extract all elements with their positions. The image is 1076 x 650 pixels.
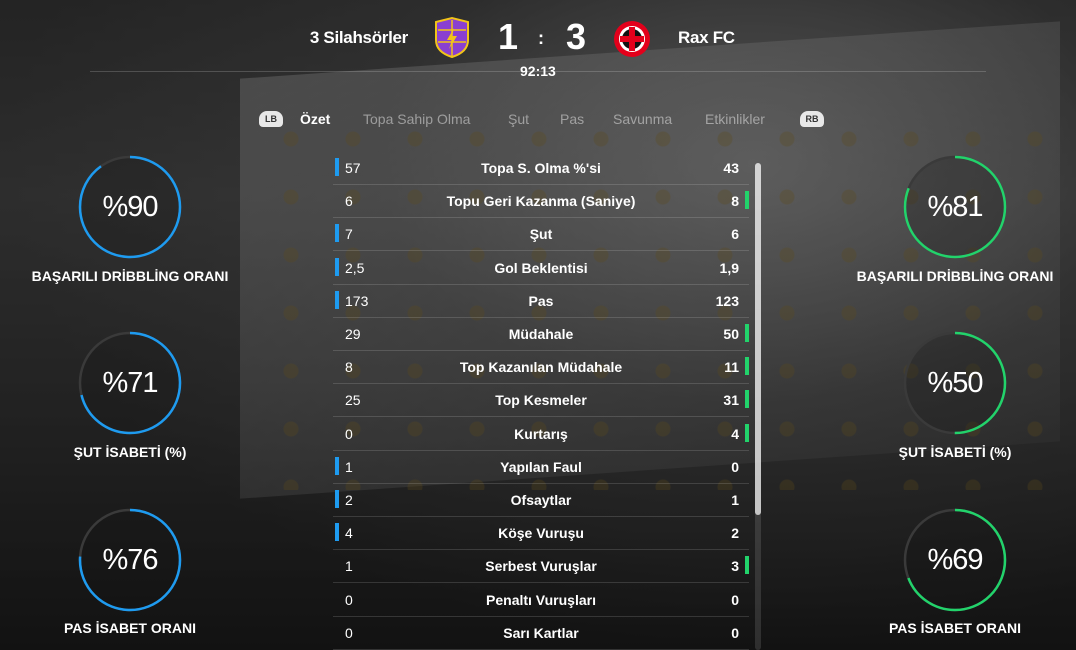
away-stat-value: 1 xyxy=(731,492,739,508)
stat-row: 57 Topa S. Olma %'si 43 xyxy=(333,152,749,185)
stat-label: Serbest Vuruşlar xyxy=(485,558,597,575)
away-gauge-value: %81 xyxy=(927,191,983,223)
home-gauge-label: PAS İSABET ORANI xyxy=(64,620,196,636)
tab-events[interactable]: Etkinlikler xyxy=(705,111,765,127)
away-stat-value: 0 xyxy=(731,591,739,608)
home-gauge-value: %71 xyxy=(102,367,158,399)
stat-label: Penaltı Vuruşları xyxy=(486,591,596,608)
stat-row: 1 Yapılan Faul 0 xyxy=(333,451,749,484)
away-gauge-value: %50 xyxy=(927,367,983,399)
away-gauge-2: %50 xyxy=(903,331,1007,435)
tab-shooting[interactable]: Şut xyxy=(508,111,529,127)
stat-label: Gol Beklentisi xyxy=(494,259,588,276)
stat-label: Ofsaytlar xyxy=(510,492,572,508)
away-stat-value: 43 xyxy=(723,160,739,176)
home-team-crest-icon xyxy=(435,16,469,58)
rb-button-icon[interactable]: RB xyxy=(800,111,824,127)
stat-row: 1 Serbest Vuruşlar 3 xyxy=(333,550,749,584)
tab-defending[interactable]: Savunma xyxy=(613,111,672,127)
away-stat-value: 123 xyxy=(715,292,739,309)
stats-scrollbar[interactable] xyxy=(755,163,761,650)
home-gauge-label: ŞUT İSABETİ (%) xyxy=(73,444,187,460)
lb-button-icon[interactable]: LB xyxy=(259,111,283,127)
home-team-name: 3 Silahsörler xyxy=(309,28,408,47)
stat-label: Kurtarış xyxy=(514,425,568,442)
stat-row: 25 Top Kesmeler 31 xyxy=(333,384,749,418)
stat-row: 2 Ofsaytlar 1 xyxy=(333,484,749,517)
away-stat-value: 3 xyxy=(731,558,739,575)
home-gauge-3: %76 xyxy=(78,508,182,612)
away-stat-value: 2 xyxy=(731,525,739,542)
away-gauge-3: %69 xyxy=(903,508,1007,612)
away-stat-value: 4 xyxy=(731,425,739,442)
stat-label: Müdahale xyxy=(508,326,574,342)
score-separator: : xyxy=(538,28,544,48)
stat-label: Yapılan Faul xyxy=(500,458,582,475)
away-stat-value: 31 xyxy=(723,392,739,409)
stat-label: Topa S. Olma %'si xyxy=(481,160,601,176)
stat-row: 0 Kurtarış 4 xyxy=(333,418,749,451)
stat-row: 6 Topu Geri Kazanma (Saniye) 8 xyxy=(333,185,749,219)
header-divider xyxy=(90,71,986,72)
away-team-crest-icon xyxy=(614,21,650,57)
home-gauge-value: %76 xyxy=(102,544,158,576)
stats-tab-bar: LB Özet Topa Sahip Olma Şut Pas Savunma … xyxy=(0,109,1076,131)
home-gauge-value: %90 xyxy=(102,191,158,223)
away-stat-value: 0 xyxy=(731,624,739,641)
away-stat-value: 0 xyxy=(731,458,739,475)
away-gauge-label: PAS İSABET ORANI xyxy=(889,620,1021,636)
away-gauge-1: %81 xyxy=(903,155,1007,259)
stat-row: 8 Top Kazanılan Müdahale 11 xyxy=(333,351,749,385)
stat-label: Topu Geri Kazanma (Saniye) xyxy=(446,193,636,210)
stat-row: 2,5 Gol Beklentisi 1,9 xyxy=(333,252,749,285)
away-stat-value: 8 xyxy=(731,193,739,210)
stat-label: Sarı Kartlar xyxy=(503,624,579,641)
away-score: 3 xyxy=(566,16,587,57)
tab-possession[interactable]: Topa Sahip Olma xyxy=(363,111,470,127)
stat-label: Köşe Vuruşu xyxy=(498,525,584,542)
home-gauge-2: %71 xyxy=(78,331,182,435)
stat-label: Pas xyxy=(528,292,554,309)
home-gauge-1: %90 xyxy=(78,155,182,259)
stat-row: 4 Köşe Vuruşu 2 xyxy=(333,517,749,551)
home-gauge-label: BAŞARILI DRİBBLİNG ORANI xyxy=(31,268,229,284)
away-stat-value: 11 xyxy=(724,359,739,376)
home-score: 1 xyxy=(498,16,519,57)
away-gauge-label: BAŞARILI DRİBBLİNG ORANI xyxy=(856,268,1054,284)
away-gauge-value: %69 xyxy=(927,544,983,576)
stats-table: 57 Topa S. Olma %'si 43 6 Topu Geri Kazanma … xyxy=(333,152,753,650)
away-stat-value: 1,9 xyxy=(719,259,739,276)
stat-label: Şut xyxy=(529,226,553,243)
away-gauge-label: ŞUT İSABETİ (%) xyxy=(898,444,1012,460)
scoreboard: 3 Silahsörler 1 : 3 Rax FC 92:13 xyxy=(0,0,1076,80)
stat-row: 29 Müdahale 50 xyxy=(333,318,749,351)
stat-label: Top Kesmeler xyxy=(495,392,587,409)
tab-passing[interactable]: Pas xyxy=(560,111,584,127)
tab-summary[interactable]: Özet xyxy=(300,111,330,127)
stat-row: 173 Pas 123 xyxy=(333,285,749,318)
stat-row: 0 Sarı Kartlar 0 xyxy=(333,617,749,650)
stat-row: 0 Penaltı Vuruşları 0 xyxy=(333,584,749,617)
away-team-name: Rax FC xyxy=(678,28,735,47)
stats-scrollbar-thumb[interactable] xyxy=(755,163,761,515)
stat-label: Top Kazanılan Müdahale xyxy=(459,359,623,376)
stat-row: 7 Şut 6 xyxy=(333,218,749,252)
away-stat-value: 50 xyxy=(723,326,739,342)
away-stat-value: 6 xyxy=(731,226,739,243)
